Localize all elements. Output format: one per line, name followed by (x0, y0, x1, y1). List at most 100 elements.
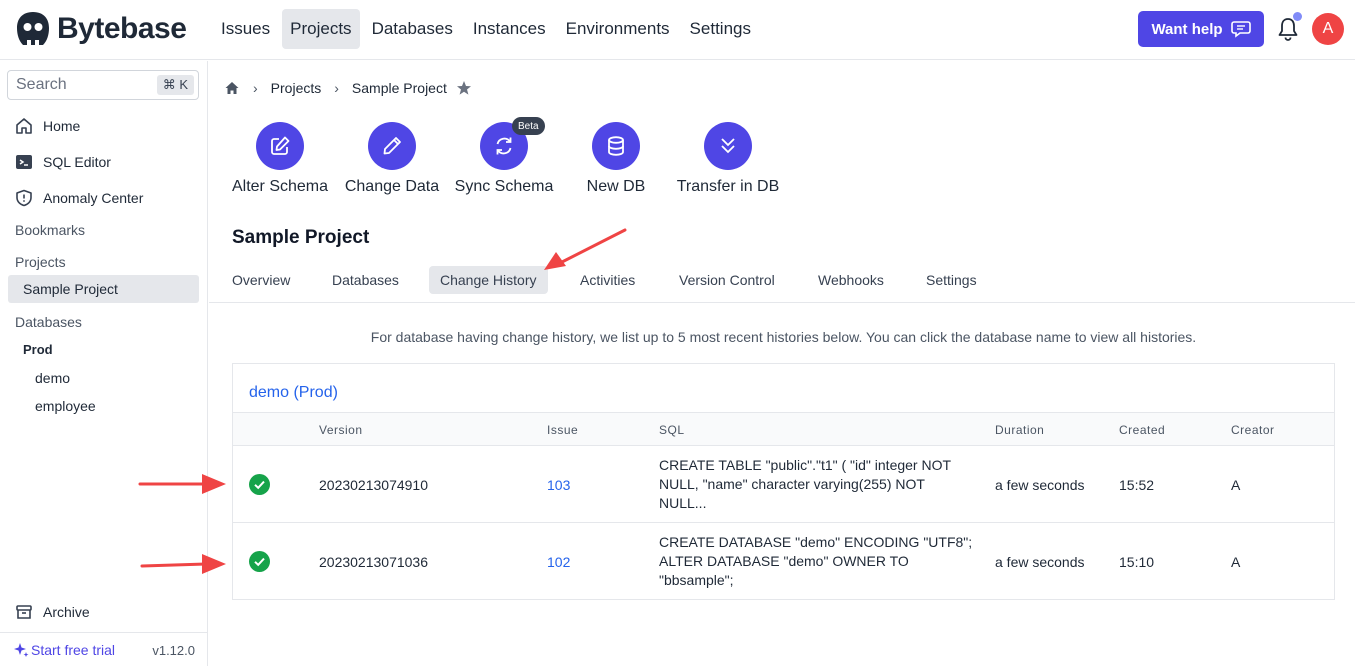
sidebar-item-anomaly-center[interactable]: Anomaly Center (15, 185, 143, 211)
version-cell: 20230213071036 (319, 554, 429, 570)
column-header-version: Version (319, 423, 363, 437)
annotation-arrow-icon (138, 474, 226, 494)
database-icon (608, 136, 624, 156)
search-shortcut: ⌘ K (156, 75, 194, 95)
search-box[interactable]: ⌘ K (7, 70, 199, 100)
notification-dot (1293, 12, 1302, 21)
sidebar-item-label: SQL Editor (43, 154, 111, 170)
home-icon[interactable] (224, 80, 240, 96)
quick-action-label: Sync Schema (454, 178, 554, 195)
breadcrumb-current: Sample Project (351, 80, 447, 96)
duration-cell: a few seconds (995, 554, 1085, 570)
project-tabs: Overview Databases Change History Activi… (209, 264, 1355, 303)
chevron-right-icon: › (253, 80, 258, 96)
issue-link[interactable]: 102 (547, 554, 570, 570)
database-link[interactable]: demo (Prod) (249, 384, 338, 402)
nav-issues[interactable]: Issues (213, 9, 278, 49)
new-db-button[interactable] (592, 122, 640, 170)
bytebase-logo-icon (17, 12, 49, 45)
sidebar-db-employee[interactable]: employee (35, 398, 96, 414)
creator-cell: A (1231, 477, 1241, 493)
start-free-trial-label: Start free trial (31, 642, 116, 658)
check-circle-icon (249, 474, 270, 495)
sidebar-footer: Start free trial v1.12.0 (0, 632, 207, 666)
shield-icon (16, 189, 32, 207)
annotation-arrow-icon (544, 228, 627, 270)
brand[interactable]: Bytebase (14, 10, 187, 48)
breadcrumb-projects[interactable]: Projects (271, 80, 322, 96)
column-header-issue: Issue (547, 423, 579, 437)
issue-link[interactable]: 103 (547, 477, 570, 493)
sync-icon (496, 137, 512, 155)
tab-settings[interactable]: Settings (915, 266, 988, 294)
sql-line: CREATE DATABASE "demo" ENCODING "UTF8"; (659, 534, 973, 550)
home-icon (16, 118, 32, 134)
brand-name: Bytebase (57, 12, 187, 45)
sidebar-item-label: Anomaly Center (43, 190, 144, 206)
quick-action-label: Alter Schema (231, 178, 329, 195)
sidebar-item-home[interactable]: Home (15, 113, 80, 139)
quick-action-sync-schema[interactable]: Sync Schema (444, 122, 564, 196)
page-title: Sample Project (232, 227, 370, 248)
breadcrumb: › Projects › Sample Project (224, 78, 472, 98)
creator-cell: A (1231, 554, 1241, 570)
tab-webhooks[interactable]: Webhooks (807, 266, 895, 294)
column-header-duration: Duration (995, 423, 1045, 437)
sidebar-environment-prod: Prod (23, 342, 53, 357)
quick-action-label: Transfer in DB (676, 178, 780, 195)
star-icon[interactable] (456, 80, 472, 96)
pencil-icon (383, 137, 401, 155)
archive-icon (16, 605, 32, 619)
beta-badge: Beta (512, 117, 545, 135)
tab-overview[interactable]: Overview (221, 266, 301, 294)
tab-version-control[interactable]: Version Control (668, 266, 786, 294)
sidebar-section-bookmarks: Bookmarks (15, 222, 86, 238)
change-history-card: demo (Prod) Version Issue SQL Duration C… (232, 363, 1335, 600)
sparkle-icon (14, 643, 29, 657)
tab-databases[interactable]: Databases (321, 266, 410, 294)
sidebar-item-sql-editor[interactable]: SQL Editor (15, 149, 111, 175)
nav-settings[interactable]: Settings (682, 9, 759, 49)
table-row[interactable]: 20230213074910 103 CREATE TABLE "public"… (233, 446, 1334, 523)
top-bar: Bytebase Issues Projects Databases Insta… (0, 0, 1355, 60)
start-free-trial-link[interactable]: Start free trial (13, 642, 115, 658)
chevrons-down-icon (721, 138, 735, 154)
table-row[interactable]: 20230213071036 102 CREATE DATABASE "demo… (233, 523, 1334, 600)
change-data-button[interactable] (368, 122, 416, 170)
alter-schema-button[interactable] (256, 122, 304, 170)
sidebar-db-demo[interactable]: demo (35, 370, 70, 386)
sql-line: ALTER DATABASE "demo" OWNER TO (659, 553, 909, 569)
top-nav: Issues Projects Databases Instances Envi… (213, 9, 763, 49)
quick-action-alter-schema[interactable]: Alter Schema (220, 122, 340, 196)
check-circle-icon (249, 551, 270, 572)
sidebar-item-label: Archive (43, 604, 90, 620)
version-cell: 20230213074910 (319, 477, 429, 493)
avatar[interactable]: A (1312, 13, 1344, 45)
terminal-icon (16, 155, 32, 169)
nav-instances[interactable]: Instances (465, 9, 554, 49)
sql-line: "bbsample"; (659, 572, 734, 588)
nav-projects[interactable]: Projects (282, 9, 360, 49)
tab-change-history[interactable]: Change History (429, 266, 548, 294)
created-cell: 15:10 (1119, 554, 1155, 570)
quick-action-transfer-in-db[interactable]: Transfer in DB (668, 122, 788, 196)
column-header-creator: Creator (1231, 423, 1275, 437)
transfer-in-db-button[interactable] (704, 122, 752, 170)
nav-environments[interactable]: Environments (558, 9, 678, 49)
quick-action-label: Change Data (344, 178, 440, 195)
chat-icon (1230, 21, 1251, 38)
sidebar-item-sample-project[interactable]: Sample Project (8, 275, 199, 303)
sql-cell: CREATE DATABASE "demo" ENCODING "UTF8"; … (659, 533, 979, 590)
quick-action-new-db[interactable]: New DB (556, 122, 676, 196)
created-cell: 15:52 (1119, 477, 1155, 493)
search-input[interactable] (16, 76, 146, 94)
quick-action-change-data[interactable]: Change Data (332, 122, 452, 196)
chevron-right-icon: › (334, 80, 339, 96)
sql-line: CREATE TABLE "public"."t1" ( "id" intege… (659, 457, 952, 473)
want-help-label: Want help (1151, 20, 1223, 38)
nav-databases[interactable]: Databases (364, 9, 461, 49)
want-help-button[interactable]: Want help (1138, 11, 1264, 47)
sidebar-item-archive[interactable]: Archive (15, 599, 90, 625)
version-label: v1.12.0 (152, 643, 195, 658)
sidebar-section-projects: Projects (15, 254, 66, 270)
